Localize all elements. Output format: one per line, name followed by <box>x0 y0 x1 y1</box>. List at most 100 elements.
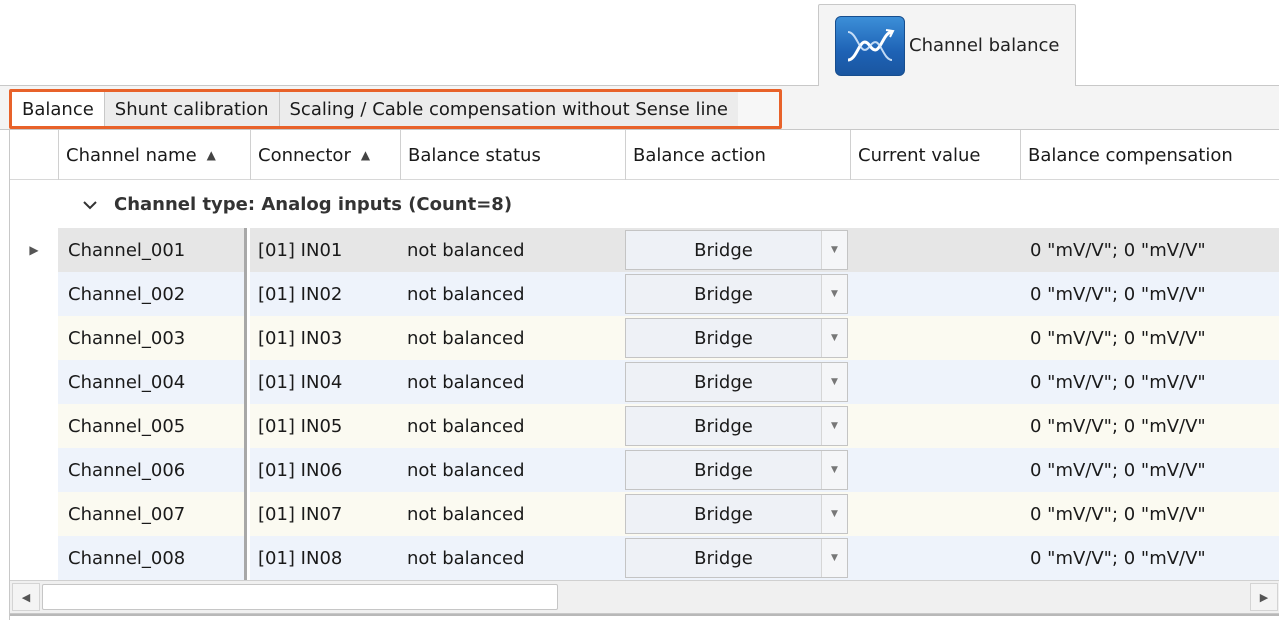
cell-current-value[interactable] <box>850 228 1020 272</box>
cell-balance-action: Bridge ▼ <box>625 404 850 448</box>
subtab-shunt-calibration[interactable]: Shunt calibration <box>104 92 280 126</box>
column-header-label: Balance compensation <box>1028 144 1233 166</box>
cell-channel-name[interactable]: Channel_005 <box>58 404 247 448</box>
balance-action-dropdown[interactable]: Bridge ▼ <box>625 274 848 314</box>
cell-balance-action: Bridge ▼ <box>625 492 850 536</box>
cell-channel-name[interactable]: Channel_004 <box>58 360 247 404</box>
table-row[interactable]: Channel_003 [01] IN03 not balanced Bridge ▼ 0… <box>10 316 1279 360</box>
cell-balance-action: Bridge ▼ <box>625 360 850 404</box>
cell-balance-compensation[interactable]: 0 "mV/V"; 0 "mV/V" <box>1020 360 1279 404</box>
column-header-label: Current value <box>858 144 981 166</box>
row-indicator[interactable] <box>10 360 58 404</box>
cell-current-value[interactable] <box>850 316 1020 360</box>
cell-channel-name[interactable]: Channel_002 <box>58 272 247 316</box>
column-header-connector[interactable]: Connector ▲ <box>250 130 400 180</box>
subtab-scaling-cable-compensation[interactable]: Scaling / Cable compensation without Sen… <box>279 92 738 126</box>
cell-balance-compensation[interactable]: 0 "mV/V"; 0 "mV/V" <box>1020 492 1279 536</box>
cell-balance-compensation[interactable]: 0 "mV/V"; 0 "mV/V" <box>1020 536 1279 580</box>
table-row[interactable]: Channel_004 [01] IN04 not balanced Bridge ▼ 0… <box>10 360 1279 404</box>
row-indicator[interactable] <box>10 448 58 492</box>
balance-action-dropdown[interactable]: Bridge ▼ <box>625 538 848 578</box>
scroll-right-icon[interactable]: ▶ <box>1250 583 1278 611</box>
scrollbar-thumb[interactable] <box>42 584 558 610</box>
column-header-current-value[interactable]: Current value <box>850 130 1020 180</box>
cell-balance-compensation[interactable]: 0 "mV/V"; 0 "mV/V" <box>1020 448 1279 492</box>
dropdown-arrow-icon[interactable]: ▼ <box>821 407 847 445</box>
row-indicator[interactable] <box>10 404 58 448</box>
cell-current-value[interactable] <box>850 536 1020 580</box>
dropdown-value: Bridge <box>626 363 821 401</box>
column-header-balance-action[interactable]: Balance action <box>625 130 850 180</box>
row-indicator[interactable] <box>10 316 58 360</box>
dropdown-arrow-icon[interactable]: ▼ <box>821 231 847 269</box>
cell-balance-status[interactable]: not balanced <box>400 360 625 404</box>
table-row[interactable]: Channel_007 [01] IN07 not balanced Bridge ▼ 0… <box>10 492 1279 536</box>
chevron-down-icon[interactable] <box>82 194 100 215</box>
dropdown-arrow-icon[interactable]: ▼ <box>821 539 847 577</box>
cell-channel-name[interactable]: Channel_001 <box>58 228 247 272</box>
table-row[interactable]: Channel_006 [01] IN06 not balanced Bridge ▼ 0… <box>10 448 1279 492</box>
column-header-label: Connector <box>258 144 351 166</box>
cell-channel-name[interactable]: Channel_006 <box>58 448 247 492</box>
balance-action-dropdown[interactable]: Bridge ▼ <box>625 362 848 402</box>
column-header-balance-compensation[interactable]: Balance compensation <box>1020 130 1279 180</box>
row-indicator[interactable] <box>10 492 58 536</box>
dropdown-arrow-icon[interactable]: ▼ <box>821 495 847 533</box>
dropdown-arrow-icon[interactable]: ▼ <box>821 319 847 357</box>
cell-current-value[interactable] <box>850 272 1020 316</box>
cell-connector[interactable]: [01] IN06 <box>250 448 400 492</box>
balance-action-dropdown[interactable]: Bridge ▼ <box>625 230 848 270</box>
subtab-balance[interactable]: Balance <box>12 92 105 126</box>
cell-connector[interactable]: [01] IN03 <box>250 316 400 360</box>
cell-current-value[interactable] <box>850 448 1020 492</box>
cell-connector[interactable]: [01] IN02 <box>250 272 400 316</box>
cell-channel-name[interactable]: Channel_003 <box>58 316 247 360</box>
balance-action-dropdown[interactable]: Bridge ▼ <box>625 450 848 490</box>
row-indicator[interactable]: ▶ <box>10 228 58 272</box>
sort-ascending-icon: ▲ <box>206 148 216 162</box>
cell-balance-status[interactable]: not balanced <box>400 404 625 448</box>
cell-current-value[interactable] <box>850 360 1020 404</box>
cell-balance-compensation[interactable]: 0 "mV/V"; 0 "mV/V" <box>1020 316 1279 360</box>
cell-balance-compensation[interactable]: 0 "mV/V"; 0 "mV/V" <box>1020 272 1279 316</box>
group-row-analog-inputs[interactable]: Channel type: Analog inputs (Count=8) <box>58 180 1279 228</box>
cell-current-value[interactable] <box>850 492 1020 536</box>
table-row[interactable]: Channel_005 [01] IN05 not balanced Bridge ▼ 0… <box>10 404 1279 448</box>
cell-channel-name[interactable]: Channel_008 <box>58 536 247 580</box>
tab-channel-balance[interactable]: Channel balance <box>818 4 1076 86</box>
cell-balance-status[interactable]: not balanced <box>400 228 625 272</box>
dropdown-value: Bridge <box>626 495 821 533</box>
dropdown-arrow-icon[interactable]: ▼ <box>821 275 847 313</box>
dropdown-arrow-icon[interactable]: ▼ <box>821 451 847 489</box>
horizontal-scrollbar[interactable]: ◀ ▶ <box>10 580 1279 614</box>
balance-action-dropdown[interactable]: Bridge ▼ <box>625 494 848 534</box>
row-indicator-header <box>10 130 58 180</box>
cell-balance-status[interactable]: not balanced <box>400 492 625 536</box>
cell-balance-status[interactable]: not balanced <box>400 536 625 580</box>
cell-connector[interactable]: [01] IN04 <box>250 360 400 404</box>
balance-action-dropdown[interactable]: Bridge ▼ <box>625 318 848 358</box>
cell-connector[interactable]: [01] IN07 <box>250 492 400 536</box>
cell-balance-status[interactable]: not balanced <box>400 448 625 492</box>
cell-balance-compensation[interactable]: 0 "mV/V"; 0 "mV/V" <box>1020 404 1279 448</box>
cell-current-value[interactable] <box>850 404 1020 448</box>
cell-balance-status[interactable]: not balanced <box>400 316 625 360</box>
table-row[interactable]: Channel_002 [01] IN02 not balanced Bridge ▼ 0… <box>10 272 1279 316</box>
cell-connector[interactable]: [01] IN05 <box>250 404 400 448</box>
scroll-left-icon[interactable]: ◀ <box>12 583 40 611</box>
dropdown-arrow-icon[interactable]: ▼ <box>821 363 847 401</box>
dropdown-value: Bridge <box>626 451 821 489</box>
cell-balance-action: Bridge ▼ <box>625 272 850 316</box>
balance-action-dropdown[interactable]: Bridge ▼ <box>625 406 848 446</box>
table-row[interactable]: ▶ Channel_001 [01] IN01 not balanced Bridge ▼… <box>10 228 1279 272</box>
table-row[interactable]: Channel_008 [01] IN08 not balanced Bridge ▼ 0… <box>10 536 1279 580</box>
row-indicator[interactable] <box>10 272 58 316</box>
cell-balance-status[interactable]: not balanced <box>400 272 625 316</box>
cell-connector[interactable]: [01] IN01 <box>250 228 400 272</box>
cell-connector[interactable]: [01] IN08 <box>250 536 400 580</box>
column-header-balance-status[interactable]: Balance status <box>400 130 625 180</box>
column-header-channel-name[interactable]: Channel name ▲ <box>58 130 250 180</box>
cell-balance-compensation[interactable]: 0 "mV/V"; 0 "mV/V" <box>1020 228 1279 272</box>
row-indicator[interactable] <box>10 536 58 580</box>
cell-channel-name[interactable]: Channel_007 <box>58 492 247 536</box>
